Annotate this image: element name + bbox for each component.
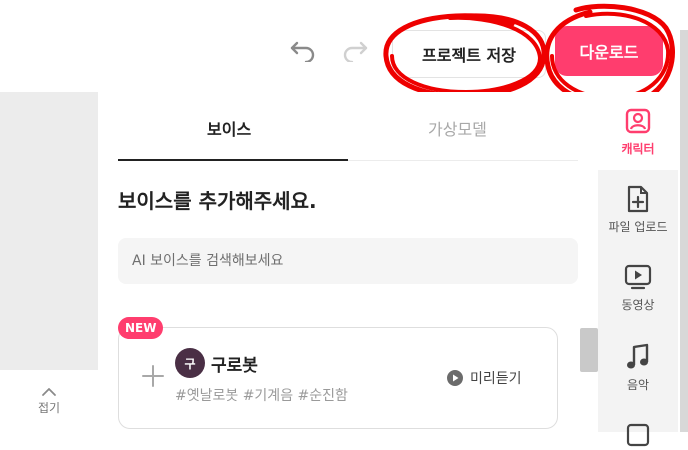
tab-virtual-model[interactable]: 가상모델 xyxy=(428,116,487,140)
top-toolbar: 프로젝트 저장 다운로드 xyxy=(0,0,688,92)
video-icon xyxy=(623,262,653,292)
voice-tags: #옛날로봇 #기계음 #순진함 xyxy=(175,388,348,404)
download-button[interactable]: 다운로드 xyxy=(555,26,663,76)
character-icon xyxy=(623,106,653,136)
rail-item-more[interactable] xyxy=(598,420,678,450)
voice-name: 구로봇 xyxy=(211,356,258,376)
plus-icon[interactable] xyxy=(141,364,165,388)
avatar: 구 xyxy=(175,348,205,378)
voice-panel: 보이스 가상모델 보이스를 추가해주세요. 구 구로봇 #옛날로봇 #기계음 #… xyxy=(98,92,598,432)
rail-item-label: 동영상 xyxy=(621,298,655,312)
file-upload-icon xyxy=(623,184,653,214)
rail-item-file-upload[interactable]: 파일 업로드 xyxy=(598,184,678,235)
collapse-button[interactable]: 접기 xyxy=(0,370,98,432)
chevron-up-icon xyxy=(42,387,56,396)
voice-search-input[interactable] xyxy=(118,238,578,284)
rail-item-video[interactable]: 동영상 xyxy=(598,262,678,313)
rail-item-label: 캐릭터 xyxy=(621,142,655,156)
redo-icon[interactable] xyxy=(338,36,372,66)
undo-icon[interactable] xyxy=(286,36,320,66)
play-icon xyxy=(447,370,463,386)
rail-item-label: 파일 업로드 xyxy=(608,220,668,234)
preview-label: 미리듣기 xyxy=(470,371,522,387)
rail-item-character[interactable]: 캐릭터 xyxy=(598,106,678,157)
active-tab-indicator xyxy=(118,159,348,161)
preview-button[interactable]: 미리듣기 xyxy=(447,368,522,388)
tab-divider xyxy=(348,160,578,161)
music-icon xyxy=(623,342,653,372)
rail-item-music[interactable]: 음악 xyxy=(598,342,678,393)
page-scrollbar[interactable] xyxy=(680,30,688,432)
tab-voice[interactable]: 보이스 xyxy=(207,116,251,140)
panel-title: 보이스를 추가해주세요. xyxy=(118,189,317,213)
new-badge: NEW xyxy=(118,317,164,339)
rail-item-label: 음악 xyxy=(626,378,650,392)
square-icon xyxy=(623,420,653,450)
save-project-button[interactable]: 프로젝트 저장 xyxy=(392,30,546,78)
collapse-label: 접기 xyxy=(37,400,61,415)
panel-scrollbar-track[interactable] xyxy=(580,92,598,432)
panel-scrollbar-thumb[interactable] xyxy=(580,328,598,372)
voice-card[interactable]: 구 구로봇 #옛날로봇 #기계음 #순진함 미리듣기 xyxy=(118,327,558,429)
